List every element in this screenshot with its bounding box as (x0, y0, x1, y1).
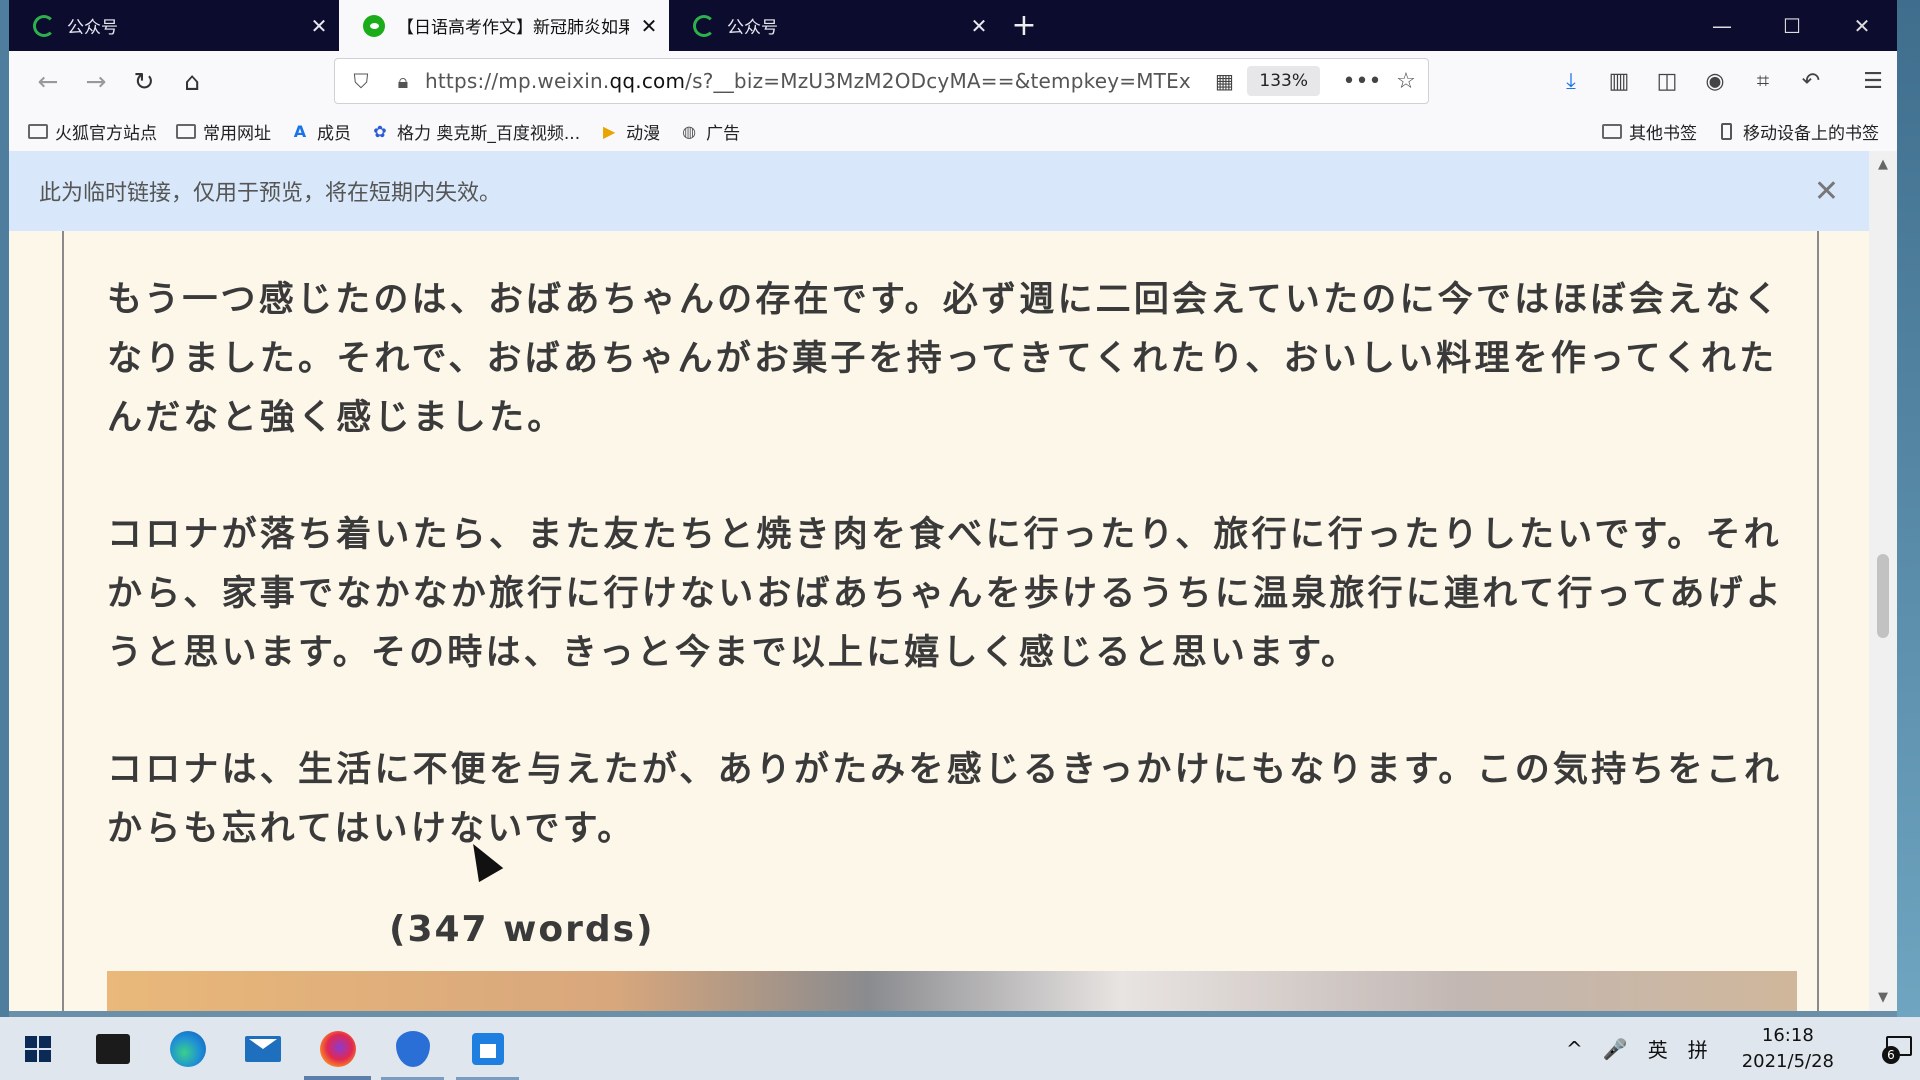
notification-count: 6 (1882, 1045, 1900, 1064)
windows-start-icon (24, 1035, 51, 1062)
other-bookmarks[interactable]: 其他书签 (1601, 119, 1697, 144)
article-image (107, 971, 1797, 1011)
folder-icon (1601, 122, 1623, 140)
reload-button[interactable]: ↻ (120, 61, 168, 101)
system-tray: ^ 🎤 英 拼 16:18 2021/5/28 6 (1556, 1017, 1920, 1080)
library-icon[interactable]: ▥ (1595, 69, 1643, 94)
word-count: (347 words) (389, 909, 655, 950)
article-paragraph: コロナは、生活に不便を与えたが、ありがたみを感じるきっかけにもなります。この気持… (107, 750, 1783, 849)
start-button[interactable] (0, 1017, 75, 1080)
calendar-app-icon (471, 1032, 504, 1065)
bookmark-item[interactable]: 火狐官方站点 (27, 119, 157, 144)
edge-icon (169, 1030, 206, 1067)
bookmark-item[interactable]: ✿ 格力 奥克斯_百度视频... (369, 119, 580, 144)
page-scrollbar[interactable]: ▲ ▼ (1869, 151, 1897, 1011)
qq-icon (693, 14, 715, 37)
url-text[interactable]: https://mp.weixin.qq.com/s?__biz=MzU3MzM… (425, 69, 1207, 93)
account-icon[interactable]: ◉ (1691, 69, 1739, 94)
desktop-right-edge (1897, 0, 1920, 1017)
url-bar[interactable]: ⛉ 🔒︎ https://mp.weixin.qq.com/s?__biz=Mz… (334, 58, 1429, 104)
back-button[interactable]: ← (24, 61, 72, 101)
tab-close-icon[interactable]: ✕ (959, 14, 999, 38)
tab-3[interactable]: 公众号 ✕ (669, 0, 999, 51)
globe-icon: ◍ (682, 121, 697, 141)
page-actions-button[interactable]: ••• (1340, 69, 1384, 94)
taskbar-edge[interactable] (150, 1017, 225, 1080)
ime-mode[interactable]: 拼 (1688, 1034, 1708, 1063)
tab-2[interactable]: 【日语高考作文】新冠肺炎如果 ✕ (339, 0, 669, 51)
desktop-left-edge (0, 0, 9, 1017)
shield-app-icon (395, 1030, 430, 1067)
notification-center-icon[interactable]: 6 (1876, 1034, 1912, 1064)
mobile-device-icon (1715, 122, 1737, 140)
tab-close-icon[interactable]: ✕ (299, 14, 339, 38)
tab-title: 公众号 (727, 18, 778, 38)
mail-icon (244, 1035, 281, 1062)
wechat-icon (363, 14, 385, 37)
taskbar-mail[interactable] (225, 1017, 300, 1080)
maximize-button[interactable]: ☐ (1757, 0, 1827, 51)
bookmark-item[interactable]: 常用网址 (175, 119, 271, 144)
notice-close-icon[interactable]: ✕ (1814, 174, 1839, 209)
qq-icon (33, 14, 55, 37)
minimize-button[interactable]: — (1687, 0, 1757, 51)
sidebar-icon[interactable]: ◫ (1643, 69, 1691, 94)
qr-code-icon[interactable]: ▦ (1207, 69, 1241, 93)
browser-window: 公众号 ✕ 【日语高考作文】新冠肺炎如果 ✕ 公众号 ✕ + — ☐ ✕ ← →… (9, 0, 1897, 1011)
zoom-level[interactable]: 133% (1247, 66, 1320, 96)
taskbar: ^ 🎤 英 拼 16:18 2021/5/28 6 (0, 1017, 1920, 1080)
bookmark-item[interactable]: ▶ 动漫 (598, 119, 660, 144)
clock[interactable]: 16:18 2021/5/28 (1732, 1023, 1844, 1075)
folder-icon (27, 122, 49, 140)
scroll-up-icon[interactable]: ▲ (1869, 157, 1897, 172)
taskbar-firefox[interactable] (300, 1017, 375, 1080)
play-icon: ▶ (602, 121, 616, 141)
store-icon (95, 1033, 130, 1064)
toolbar-buttons: ⤓ ▥ ◫ ◉ ⌗ ↶ ☰ (1547, 51, 1897, 111)
taskbar-calendar-app[interactable] (450, 1017, 525, 1080)
mobile-bookmarks[interactable]: 移动设备上的书签 (1715, 119, 1879, 144)
screenshot-icon[interactable]: ⌗ (1739, 69, 1787, 94)
tab-strip: 公众号 ✕ 【日语高考作文】新冠肺炎如果 ✕ 公众号 ✕ + — ☐ ✕ (9, 0, 1897, 51)
navigation-bar: ← → ↻ ⌂ ⛉ 🔒︎ https://mp.weixin.qq.com/s?… (9, 51, 1897, 111)
clock-date: 2021/5/28 (1741, 1050, 1834, 1072)
folder-icon (175, 122, 197, 140)
baidu-paw-icon: ✿ (373, 121, 387, 141)
lock-icon[interactable]: 🔒︎ (387, 69, 419, 93)
clock-time: 16:18 (1761, 1024, 1814, 1046)
undo-icon[interactable]: ↶ (1787, 69, 1835, 94)
ime-language[interactable]: 英 (1648, 1034, 1668, 1063)
new-tab-button[interactable]: + (999, 0, 1049, 51)
scroll-down-icon[interactable]: ▼ (1869, 990, 1897, 1005)
bookmark-item[interactable]: ◍ 广告 (678, 119, 740, 144)
page-content: もう一つ感じたのは、おばあちゃんの存在です。必ず週に二回会えていたのに今ではほぼ… (9, 231, 1869, 1011)
download-icon[interactable]: ⤓ (1547, 69, 1595, 94)
tracking-protection-icon[interactable]: ⛉ (345, 69, 377, 93)
home-button[interactable]: ⌂ (168, 61, 216, 101)
article-paragraph: もう一つ感じたのは、おばあちゃんの存在です。必ず週に二回会えていたのに今ではほぼ… (107, 280, 1782, 438)
window-controls: — ☐ ✕ (1687, 0, 1897, 51)
menu-icon[interactable]: ☰ (1849, 69, 1897, 94)
tab-close-icon[interactable]: ✕ (629, 14, 669, 38)
tab-title: 公众号 (67, 18, 118, 38)
bookmarks-bar: 火狐官方站点 常用网址 A 成员 ✿ 格力 奥克斯_百度视频... ▶ 动漫 ◍… (9, 111, 1897, 151)
tab-1[interactable]: 公众号 ✕ (9, 0, 339, 51)
tray-chevron-icon[interactable]: ^ (1566, 1037, 1583, 1061)
scrollbar-thumb[interactable] (1877, 554, 1889, 638)
microphone-icon[interactable]: 🎤 (1603, 1037, 1628, 1061)
close-window-button[interactable]: ✕ (1827, 0, 1897, 51)
translate-icon: A (293, 121, 307, 141)
bookmark-star-icon[interactable]: ☆ (1384, 69, 1428, 94)
notice-message: 此为临时链接，仅用于预览，将在短期内失效。 (39, 181, 502, 206)
bookmark-item[interactable]: A 成员 (289, 119, 351, 144)
preview-notice-bar: 此为临时链接，仅用于预览，将在短期内失效。 ✕ (9, 151, 1869, 231)
taskbar-store[interactable] (75, 1017, 150, 1080)
tab-title: 【日语高考作文】新冠肺炎如果 (397, 18, 629, 38)
bookmarks-right: 其他书签 移动设备上的书签 (1583, 111, 1879, 151)
article-body: もう一つ感じたのは、おばあちゃんの存在です。必ず週に二回会えていたのに今ではほぼ… (62, 231, 1819, 1011)
firefox-icon (319, 1030, 356, 1067)
taskbar-shield-app[interactable] (375, 1017, 450, 1080)
article-paragraph: コロナが落ち着いたら、また友たちと焼き肉を食べに行ったり、旅行に行ったりしたいで… (107, 515, 1784, 673)
forward-button[interactable]: → (72, 61, 120, 101)
